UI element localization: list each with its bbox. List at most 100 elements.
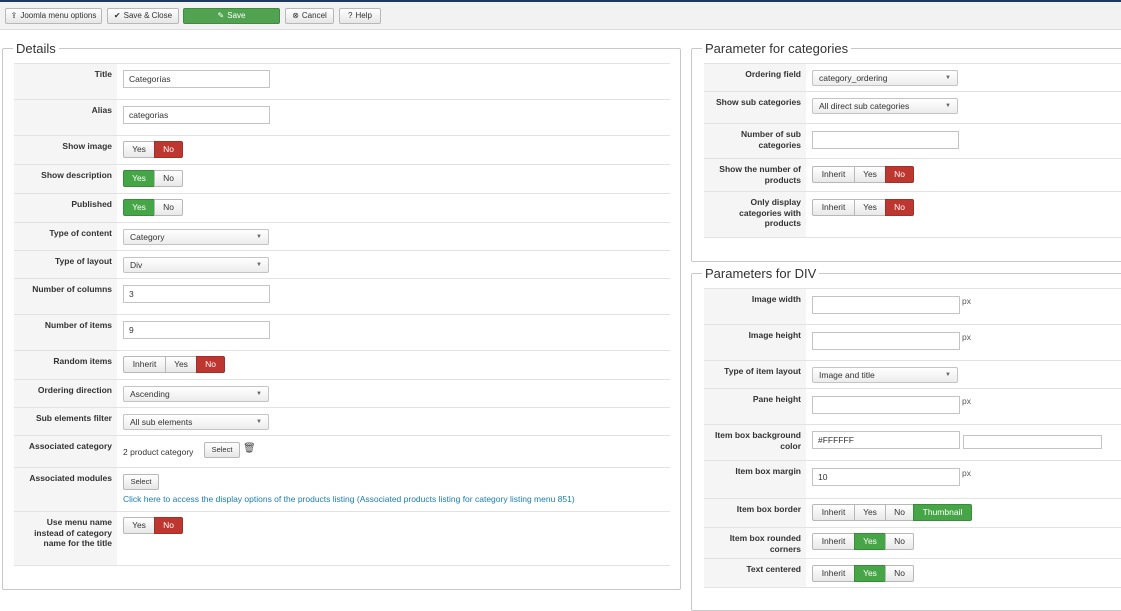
item-layout-select[interactable]: Image and title ▼: [812, 367, 958, 383]
only-display-inherit[interactable]: Inherit: [812, 199, 855, 216]
details-form: Title Categorías Alias categorias Show i…: [14, 63, 670, 566]
color-swatch-field[interactable]: [963, 435, 1102, 449]
num-columns-input[interactable]: 3: [123, 285, 270, 303]
bg-color-label: Item box background color: [704, 425, 806, 460]
show-num-products-inherit[interactable]: Inherit: [812, 166, 855, 183]
box-margin-label: Item box margin: [704, 461, 806, 498]
show-image-label: Show image: [14, 136, 117, 164]
ordering-direction-select[interactable]: Ascending ▼: [123, 386, 269, 402]
use-menu-name-yes[interactable]: Yes: [123, 517, 155, 534]
rounded-toggle[interactable]: Inherit Yes No: [812, 533, 914, 550]
type-layout-select[interactable]: Div ▼: [123, 257, 269, 273]
show-sub-label: Show sub categories: [704, 92, 806, 123]
cancel-icon: ⊗: [292, 11, 299, 20]
show-description-no[interactable]: No: [154, 170, 183, 187]
row-box-margin: Item box margin 10 px: [704, 460, 1121, 498]
assoc-modules-select-button[interactable]: Select: [123, 474, 159, 490]
show-image-toggle[interactable]: Yes No: [123, 141, 183, 158]
title-input[interactable]: Categorías: [123, 70, 270, 88]
assoc-modules-label: Associated modules: [14, 468, 117, 511]
use-menu-name-label: Use menu name instead of category name f…: [14, 512, 117, 565]
box-border-yes[interactable]: Yes: [854, 504, 886, 521]
box-border-toggle[interactable]: Inherit Yes No Thumbnail: [812, 504, 972, 521]
text-centered-inherit[interactable]: Inherit: [812, 565, 855, 582]
show-description-toggle[interactable]: Yes No: [123, 170, 183, 187]
trash-icon[interactable]: 🗑: [243, 443, 256, 454]
box-margin-input[interactable]: 10: [812, 468, 960, 486]
caret-down-icon: ▼: [945, 75, 951, 81]
published-no[interactable]: No: [154, 199, 183, 216]
alias-input[interactable]: categorias: [123, 106, 270, 124]
show-sub-value: All direct sub categories: [819, 101, 910, 111]
text-centered-yes[interactable]: Yes: [854, 565, 886, 582]
rounded-label: Item box rounded corners: [704, 528, 806, 558]
row-show-description: Show description Yes No: [14, 164, 670, 193]
show-num-products-no[interactable]: No: [885, 166, 914, 183]
random-items-toggle[interactable]: Inherit Yes No: [123, 356, 225, 373]
pane-height-input[interactable]: [812, 396, 960, 414]
show-sub-select[interactable]: All direct sub categories ▼: [812, 98, 958, 114]
menu-options-button[interactable]: ⇪ Joomla menu options: [5, 8, 102, 24]
type-content-select[interactable]: Category ▼: [123, 229, 269, 245]
products-listing-link[interactable]: Click here to access the display options…: [123, 494, 575, 504]
random-items-no[interactable]: No: [196, 356, 225, 373]
box-border-no[interactable]: No: [885, 504, 914, 521]
rounded-inherit[interactable]: Inherit: [812, 533, 855, 550]
show-description-yes[interactable]: Yes: [123, 170, 155, 187]
ordering-direction-value: Ascending: [130, 389, 170, 399]
text-centered-toggle[interactable]: Inherit Yes No: [812, 565, 914, 582]
help-button[interactable]: ? Help: [339, 8, 381, 24]
only-display-toggle[interactable]: Inherit Yes No: [812, 199, 914, 216]
rounded-yes[interactable]: Yes: [854, 533, 886, 550]
show-image-yes[interactable]: Yes: [123, 141, 155, 158]
num-items-input[interactable]: 9: [123, 321, 270, 339]
show-num-products-yes[interactable]: Yes: [854, 166, 886, 183]
box-border-label: Item box border: [704, 499, 806, 527]
num-sub-input[interactable]: [812, 131, 959, 149]
box-border-thumbnail[interactable]: Thumbnail: [913, 504, 972, 521]
row-num-items: Number of items 9: [14, 314, 670, 350]
rounded-no[interactable]: No: [885, 533, 914, 550]
published-toggle[interactable]: Yes No: [123, 199, 183, 216]
use-menu-name-no[interactable]: No: [154, 517, 183, 534]
only-display-no[interactable]: No: [885, 199, 914, 216]
image-width-input[interactable]: [812, 296, 960, 314]
published-yes[interactable]: Yes: [123, 199, 155, 216]
box-border-inherit[interactable]: Inherit: [812, 504, 855, 521]
image-height-input[interactable]: [812, 332, 960, 350]
row-box-border: Item box border Inherit Yes No Thumbnail: [704, 498, 1121, 527]
sub-elements-select[interactable]: All sub elements ▼: [123, 414, 269, 430]
save-close-button[interactable]: ✔ Save & Close: [107, 8, 179, 24]
div-form: Image width px Image height px Type of i…: [704, 288, 1121, 588]
bg-color-input[interactable]: #FFFFFF: [812, 431, 960, 449]
only-display-yes[interactable]: Yes: [854, 199, 886, 216]
show-image-no[interactable]: No: [154, 141, 183, 158]
assoc-category-select-button[interactable]: Select: [204, 442, 240, 458]
text-centered-no[interactable]: No: [885, 565, 914, 582]
show-num-products-label: Show the number of products: [704, 159, 806, 191]
random-items-inherit[interactable]: Inherit: [123, 356, 166, 373]
num-items-label: Number of items: [14, 315, 117, 350]
type-layout-value: Div: [130, 260, 143, 270]
item-layout-label: Type of item layout: [704, 361, 806, 388]
alias-label: Alias: [14, 100, 117, 135]
title-label: Title: [14, 64, 117, 99]
ordering-field-select[interactable]: category_ordering ▼: [812, 70, 958, 86]
show-num-products-toggle[interactable]: Inherit Yes No: [812, 166, 914, 183]
toolbar: ⇪ Joomla menu options ✔ Save & Close ✎ Save…: [0, 2, 1121, 30]
row-assoc-category: Associated category 2 product category S…: [14, 435, 670, 467]
check-icon: ✔: [113, 11, 121, 20]
ordering-field-label: Ordering field: [704, 64, 806, 91]
published-label: Published: [14, 194, 117, 222]
save-button[interactable]: ✎ Save: [183, 8, 280, 24]
random-items-yes[interactable]: Yes: [165, 356, 197, 373]
use-menu-name-toggle[interactable]: Yes No: [123, 517, 183, 534]
row-show-image: Show image Yes No: [14, 135, 670, 164]
type-content-label: Type of content: [14, 223, 117, 250]
row-show-sub: Show sub categories All direct sub categ…: [704, 91, 1121, 123]
image-width-unit: px: [962, 296, 971, 306]
categories-form: Ordering field category_ordering ▼ Show s…: [704, 63, 1121, 238]
cancel-button[interactable]: ⊗ Cancel: [285, 8, 334, 24]
row-pane-height: Pane height px: [704, 388, 1121, 424]
pane-height-unit: px: [962, 396, 971, 406]
